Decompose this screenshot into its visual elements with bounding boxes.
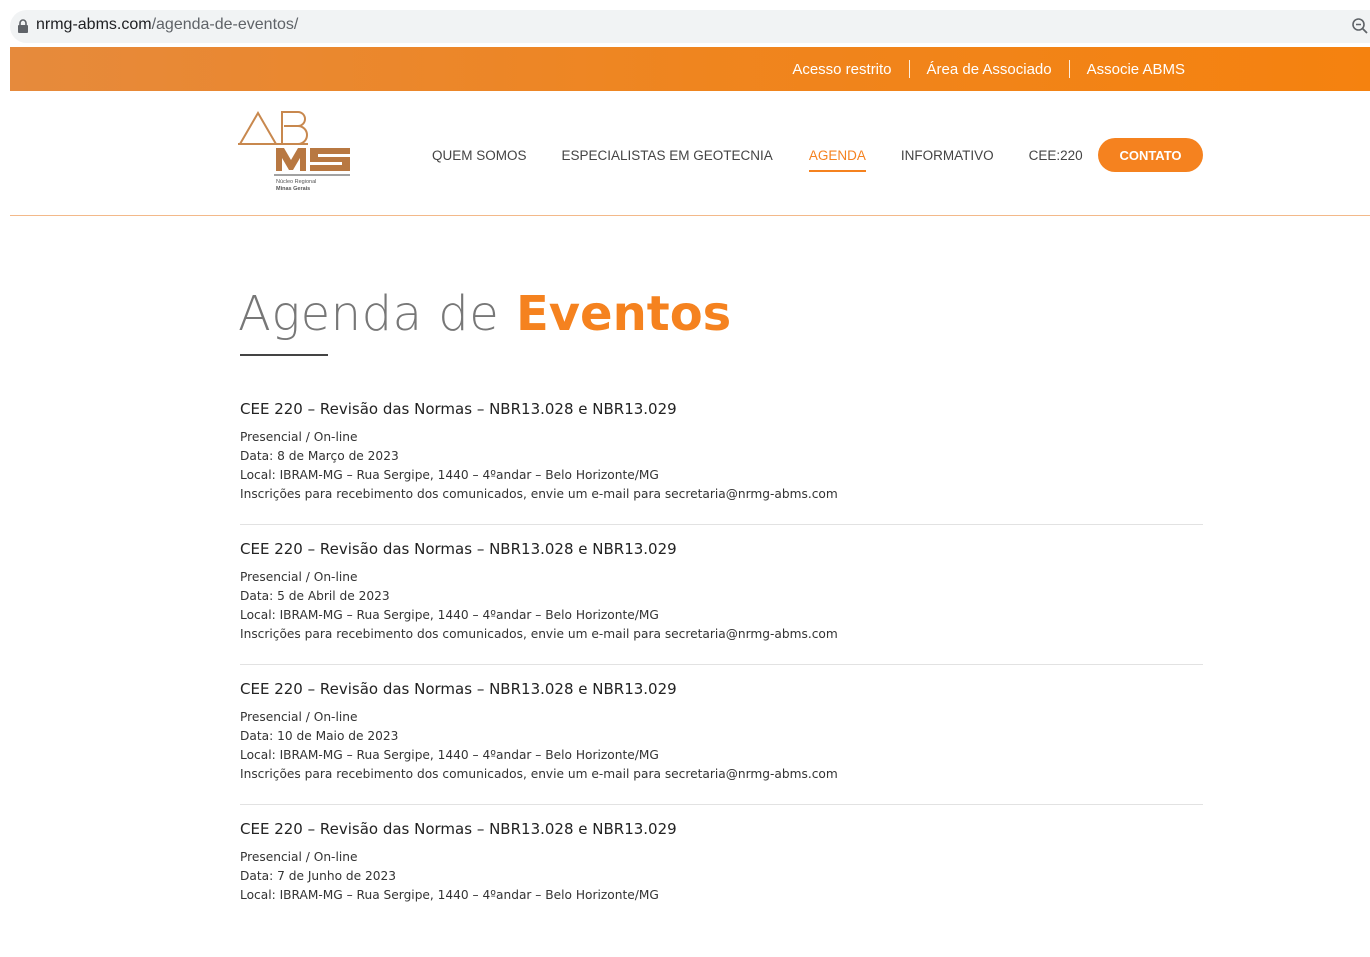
event-info: Inscrições para recebimento dos comunica… <box>240 487 838 501</box>
nav-especialistas[interactable]: ESPECIALISTAS EM GEOTECNIA <box>562 148 773 163</box>
page-title-bold: Eventos <box>515 286 732 342</box>
event-date: Data: 8 de Março de 2023 <box>240 449 399 463</box>
logo-caption: Núcleo Regional Minas Gerais <box>276 179 316 193</box>
associe-abms-link[interactable]: Associe ABMS <box>1070 61 1202 78</box>
event-location: Local: IBRAM-MG – Rua Sergipe, 1440 – 4º… <box>240 888 659 902</box>
event-info: Inscrições para recebimento dos comunica… <box>240 767 838 781</box>
area-associado-link[interactable]: Área de Associado <box>910 61 1069 78</box>
top-utility-bar: Acesso restrito Área de Associado Associ… <box>10 47 1370 91</box>
event-item: CEE 220 – Revisão das Normas – NBR13.028… <box>240 817 1203 957</box>
event-title[interactable]: CEE 220 – Revisão das Normas – NBR13.028… <box>240 537 677 561</box>
event-location: Local: IBRAM-MG – Rua Sergipe, 1440 – 4º… <box>240 468 659 482</box>
event-title[interactable]: CEE 220 – Revisão das Normas – NBR13.028… <box>240 817 677 841</box>
page-title: Agenda de Eventos <box>238 282 731 346</box>
event-divider <box>240 664 1203 665</box>
event-divider <box>240 524 1203 525</box>
title-underline <box>240 354 328 356</box>
url-domain: nrmg-abms.com <box>36 16 152 33</box>
main-nav: QUEM SOMOS ESPECIALISTAS EM GEOTECNIA AG… <box>432 137 1083 173</box>
event-date: Data: 5 de Abril de 2023 <box>240 589 390 603</box>
event-title[interactable]: CEE 220 – Revisão das Normas – NBR13.028… <box>240 677 677 701</box>
event-location: Local: IBRAM-MG – Rua Sergipe, 1440 – 4º… <box>240 608 659 622</box>
event-location: Local: IBRAM-MG – Rua Sergipe, 1440 – 4º… <box>240 748 659 762</box>
nav-informativo[interactable]: INFORMATIVO <box>901 148 994 163</box>
event-mode: Presencial / On-line <box>240 850 358 864</box>
event-info: Inscrições para recebimento dos comunica… <box>240 627 838 641</box>
logo-caption-line1: Núcleo Regional <box>276 179 317 185</box>
event-title[interactable]: CEE 220 – Revisão das Normas – NBR13.028… <box>240 397 677 421</box>
contato-button[interactable]: CONTATO <box>1098 138 1203 172</box>
event-item: CEE 220 – Revisão das Normas – NBR13.028… <box>240 677 1203 817</box>
top-links: Acesso restrito Área de Associado Associ… <box>775 47 1202 91</box>
logo-caption-line2: Minas Gerais <box>276 186 311 192</box>
browser-address-bar: nrmg-abms.com/agenda-de-eventos/ <box>0 0 1370 46</box>
zoom-icon[interactable] <box>1351 17 1369 35</box>
acesso-restrito-link[interactable]: Acesso restrito <box>775 61 908 78</box>
nav-cee220[interactable]: CEE:220 <box>1029 148 1083 163</box>
event-date: Data: 10 de Maio de 2023 <box>240 729 399 743</box>
header-divider <box>10 215 1370 216</box>
event-date: Data: 7 de Junho de 2023 <box>240 869 397 883</box>
event-item: CEE 220 – Revisão das Normas – NBR13.028… <box>240 397 1203 537</box>
url-path: /agenda-de-eventos/ <box>151 16 299 33</box>
event-mode: Presencial / On-line <box>240 570 358 584</box>
lock-icon[interactable] <box>17 19 29 33</box>
url-text[interactable]: nrmg-abms.com/agenda-de-eventos/ <box>36 16 298 34</box>
event-divider <box>240 804 1203 805</box>
page-title-light: Agenda de <box>238 286 500 342</box>
event-mode: Presencial / On-line <box>240 710 358 724</box>
nav-quem-somos[interactable]: QUEM SOMOS <box>432 148 527 163</box>
event-item: CEE 220 – Revisão das Normas – NBR13.028… <box>240 537 1203 677</box>
event-mode: Presencial / On-line <box>240 430 358 444</box>
nav-agenda[interactable]: AGENDA <box>808 148 866 172</box>
events-list: CEE 220 – Revisão das Normas – NBR13.028… <box>240 397 1203 957</box>
